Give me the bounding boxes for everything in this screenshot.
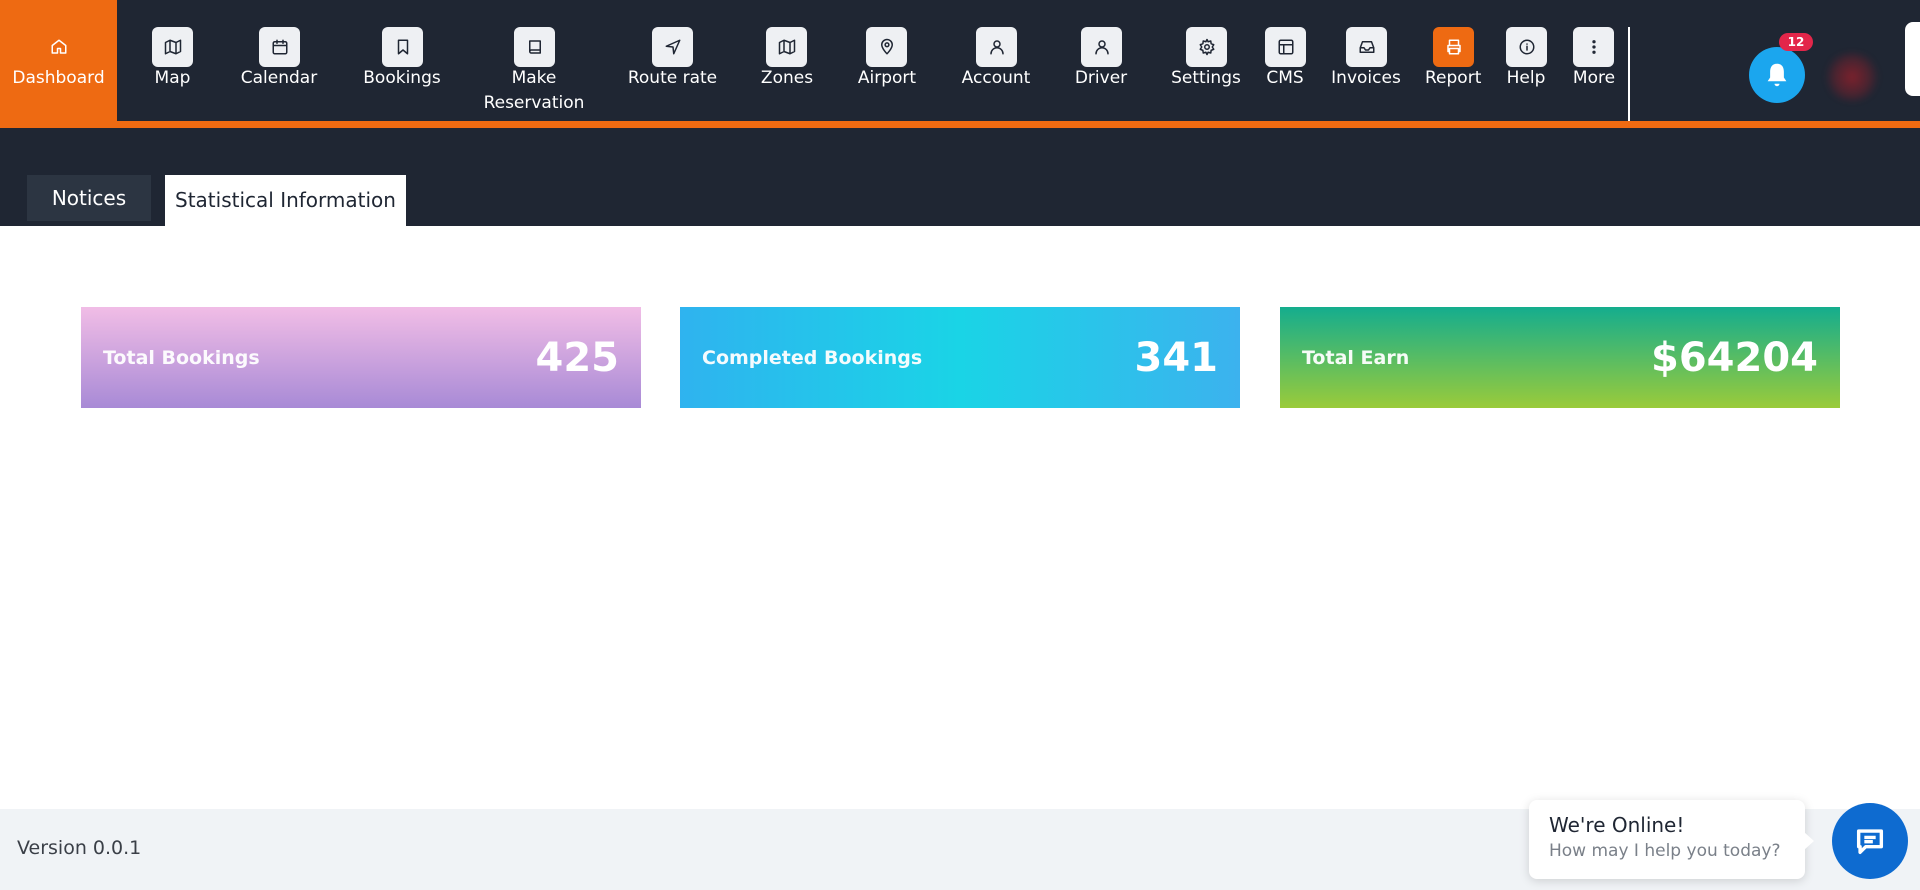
- nav-overflow-edge: [1905, 22, 1920, 96]
- nav-item-map[interactable]: Map: [138, 0, 207, 121]
- calendar-icon: [259, 27, 300, 67]
- card-label: Total Bookings: [103, 346, 260, 369]
- nav-item-cms[interactable]: CMS: [1263, 0, 1307, 121]
- chat-icon: [1856, 829, 1884, 855]
- card-value: 341: [1134, 334, 1219, 381]
- nav-item-invoices[interactable]: Invoices: [1331, 0, 1401, 121]
- nav-item-label: Map: [154, 68, 191, 88]
- chat-title: We're Online!: [1549, 813, 1685, 837]
- book-icon: [514, 27, 555, 67]
- version-text: Version 0.0.1: [17, 837, 142, 859]
- nav-item-airport[interactable]: Airport: [855, 0, 919, 121]
- nav-item-more[interactable]: More: [1571, 0, 1617, 121]
- nav-item-make-reservation[interactable]: Make Reservation: [478, 0, 590, 121]
- nav-item-label: Calendar: [240, 68, 318, 88]
- tab-notices[interactable]: Notices: [27, 175, 151, 221]
- nav-item-calendar[interactable]: Calendar: [234, 0, 324, 121]
- map-icon: [152, 27, 193, 67]
- card-label: Total Earn: [1302, 346, 1410, 369]
- notifications-button[interactable]: [1749, 47, 1805, 103]
- completed-bookings-card: Completed Bookings 341: [680, 307, 1240, 408]
- nav-item-label: Settings: [1171, 68, 1241, 88]
- nav-item-label: Dashboard: [12, 68, 105, 88]
- user-avatar[interactable]: [1822, 52, 1882, 102]
- nav-item-label: Bookings: [363, 68, 441, 88]
- nav-item-label: Help: [1506, 68, 1546, 88]
- navigation-icon: [652, 27, 693, 67]
- nav-item-bookings[interactable]: Bookings: [355, 0, 449, 121]
- card-value: 425: [535, 334, 620, 381]
- total-earn-card: Total Earn $64204: [1280, 307, 1840, 408]
- nav-item-label: Route rate: [627, 68, 718, 88]
- nav-item-zones[interactable]: Zones: [757, 0, 817, 121]
- gear-icon: [1186, 27, 1227, 67]
- nav-item-label: Account: [961, 68, 1031, 88]
- layout-icon: [1265, 27, 1306, 67]
- bookmark-icon: [382, 27, 423, 67]
- nav-item-help[interactable]: Help: [1504, 0, 1548, 121]
- user-icon: [1081, 27, 1122, 67]
- nav-item-label: Airport: [857, 68, 917, 88]
- nav-item-dashboard[interactable]: Dashboard: [0, 0, 117, 121]
- user-icon: [976, 27, 1017, 67]
- nav-item-label: Driver: [1074, 68, 1128, 88]
- nav-item-label: Zones: [760, 68, 814, 88]
- nav-item-account[interactable]: Account: [958, 0, 1034, 121]
- map-icon: [766, 27, 807, 67]
- home-icon: [38, 27, 79, 67]
- nav-item-label: Make Reservation: [483, 68, 585, 113]
- info-icon: [1506, 27, 1547, 67]
- nav-divider: [1628, 27, 1630, 121]
- nav-accent-line: [0, 121, 1920, 128]
- bell-icon: [1767, 63, 1787, 87]
- more-vertical-icon: [1573, 27, 1614, 67]
- inbox-icon: [1346, 27, 1387, 67]
- card-label: Completed Bookings: [702, 346, 923, 369]
- total-bookings-card: Total Bookings 425: [81, 307, 641, 408]
- top-navigation-bar: Dashboard Map Calendar Bookings Make Res…: [0, 0, 1920, 128]
- nav-item-route-rate[interactable]: Route rate: [626, 0, 719, 121]
- nav-item-label: Invoices: [1331, 68, 1401, 88]
- chat-popup[interactable]: We're Online! How may I help you today?: [1529, 800, 1814, 879]
- printer-icon: [1433, 27, 1474, 67]
- nav-item-label: CMS: [1266, 68, 1304, 88]
- card-value: $64204: [1651, 334, 1818, 381]
- nav-item-settings[interactable]: Settings: [1169, 0, 1243, 121]
- tab-statistical-information[interactable]: Statistical Information: [165, 175, 406, 226]
- tabs-bar: Notices Statistical Information: [0, 128, 1920, 226]
- nav-item-label: Report: [1425, 68, 1482, 88]
- nav-item-label: More: [1572, 68, 1616, 88]
- nav-item-report[interactable]: Report: [1425, 0, 1481, 121]
- map-pin-icon: [866, 27, 907, 67]
- notification-count-badge: 12: [1779, 33, 1813, 51]
- chat-subtitle: How may I help you today?: [1549, 841, 1781, 861]
- nav-item-driver[interactable]: Driver: [1072, 0, 1130, 121]
- chat-button[interactable]: [1832, 803, 1908, 879]
